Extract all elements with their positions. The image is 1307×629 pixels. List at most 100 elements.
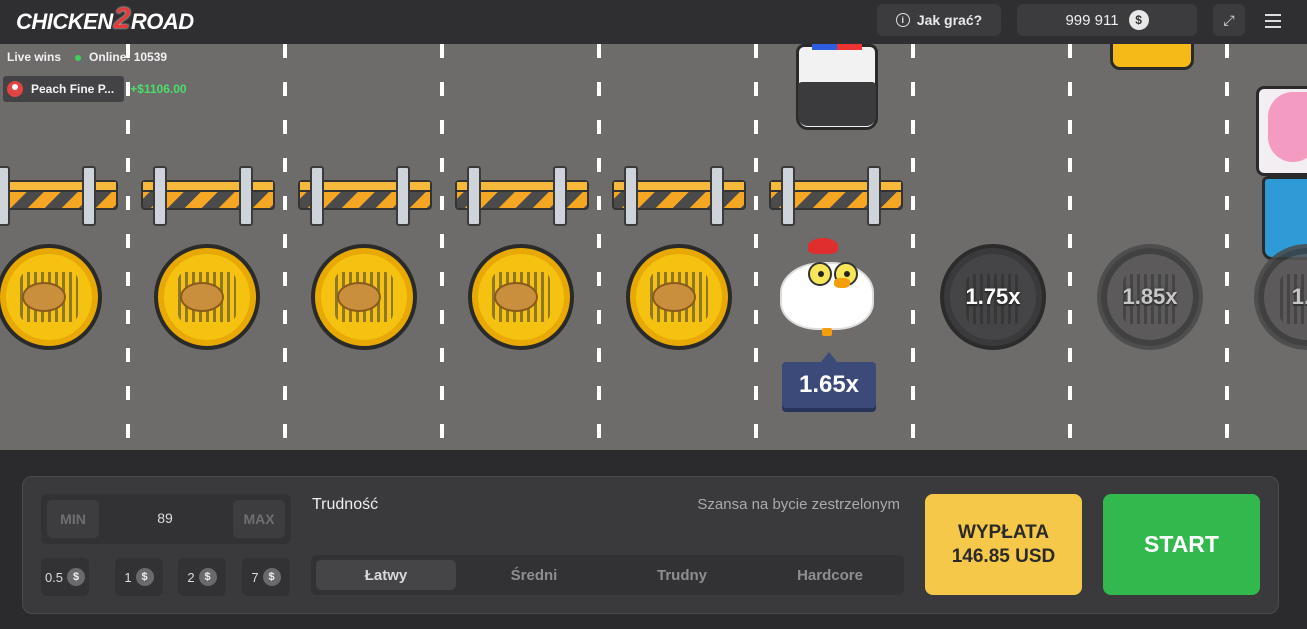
menu-icon-line bbox=[1265, 14, 1281, 16]
start-label: START bbox=[1144, 531, 1219, 557]
dollar-coin-icon: $ bbox=[67, 568, 86, 586]
chance-label: Szansa na bycie zestrzelonym bbox=[697, 496, 900, 513]
logo-number: 2 bbox=[113, 2, 131, 35]
roast-chicken-icon bbox=[652, 282, 696, 312]
chip-value: 2 bbox=[187, 569, 195, 585]
lane-divider bbox=[1225, 44, 1229, 450]
difficulty-tab-hard[interactable]: Trudny bbox=[612, 560, 752, 590]
police-lights-icon bbox=[812, 44, 862, 50]
hamburger-menu-button[interactable] bbox=[1258, 8, 1288, 34]
completed-tile bbox=[468, 244, 574, 350]
lane-divider bbox=[283, 44, 287, 450]
barrier-post bbox=[781, 166, 795, 226]
difficulty-tab-easy[interactable]: Łatwy bbox=[316, 560, 456, 590]
barrier-post bbox=[396, 166, 410, 226]
online-dot-icon bbox=[75, 55, 82, 61]
barrier-bar bbox=[0, 180, 118, 210]
barrier-post bbox=[0, 166, 10, 226]
tile-multiplier: 1.9 bbox=[1291, 284, 1307, 309]
cashout-amount: 146.85 USD bbox=[951, 545, 1056, 567]
dollar-coin-icon: $ bbox=[1128, 10, 1149, 30]
live-win-row: Peach Fine P... +$1106.00 bbox=[3, 76, 187, 102]
game-logo: CHICKEN 2 ROAD bbox=[16, 2, 194, 38]
barrier-post bbox=[82, 166, 96, 226]
logo-text-right: ROAD bbox=[130, 9, 194, 34]
fullscreen-icon: ⤢ bbox=[1223, 11, 1235, 28]
balance-display: 999 911 $ bbox=[1017, 4, 1197, 36]
roast-chicken-icon bbox=[22, 282, 66, 312]
quick-bet-chip[interactable]: 7 $ bbox=[242, 558, 290, 596]
win-user: Peach Fine P... bbox=[3, 76, 125, 102]
balance-value: 999 911 bbox=[1065, 11, 1119, 29]
menu-icon-line bbox=[1265, 20, 1281, 22]
live-wins-header: Live wins Online: 10539 bbox=[7, 50, 167, 64]
roast-chicken-icon bbox=[180, 282, 224, 312]
chicken-comb bbox=[808, 238, 838, 254]
start-button[interactable]: START bbox=[1103, 494, 1260, 595]
barrier-post bbox=[153, 166, 167, 226]
fullscreen-button[interactable]: ⤢ bbox=[1213, 4, 1245, 36]
police-car bbox=[792, 44, 882, 132]
barrier-post bbox=[867, 166, 881, 226]
road-barrier bbox=[298, 166, 432, 226]
difficulty-label: Trudność bbox=[312, 496, 379, 513]
completed-tile bbox=[0, 244, 102, 350]
lane-divider bbox=[1068, 44, 1072, 450]
chicken-beak bbox=[834, 278, 850, 288]
cashout-label: WYPŁATA bbox=[957, 521, 1050, 543]
difficulty-tab-medium[interactable]: Średni bbox=[464, 560, 604, 590]
tile-multiplier: 1.75x bbox=[965, 284, 1021, 309]
chip-value: 1 bbox=[124, 569, 132, 585]
tile-multiplier: 1.85x bbox=[1122, 284, 1178, 309]
taxi-car bbox=[1110, 44, 1194, 70]
barrier-post bbox=[553, 166, 567, 226]
road-barrier bbox=[769, 166, 903, 226]
current-multiplier-badge: 1.65x bbox=[782, 352, 876, 408]
online-count-text: Online: 10539 bbox=[89, 50, 168, 64]
chicken-character bbox=[778, 238, 878, 336]
barrier-post bbox=[710, 166, 724, 226]
completed-tile bbox=[626, 244, 732, 350]
roast-chicken-icon bbox=[494, 282, 538, 312]
police-car-hood bbox=[798, 82, 876, 126]
how-to-play-button[interactable]: i Jak grać? bbox=[877, 4, 1001, 36]
lane-divider bbox=[126, 44, 130, 450]
cashout-button[interactable]: WYPŁATA 146.85 USD bbox=[925, 494, 1082, 595]
chicken-legs bbox=[822, 328, 832, 336]
user-avatar-icon bbox=[7, 81, 23, 97]
barrier-post bbox=[310, 166, 324, 226]
completed-tile bbox=[154, 244, 260, 350]
menu-icon-line bbox=[1265, 26, 1281, 28]
road-barrier bbox=[141, 166, 275, 226]
barrier-post bbox=[624, 166, 638, 226]
online-count: Online: 10539 bbox=[75, 50, 167, 64]
quick-bet-chip[interactable]: 0.5 $ bbox=[41, 558, 89, 596]
chicken-eye bbox=[808, 262, 832, 286]
info-icon: i bbox=[895, 13, 910, 27]
difficulty-tab-hardcore[interactable]: Hardcore bbox=[760, 560, 900, 590]
top-bar: CHICKEN 2 ROAD i Jak grać? 999 911 $ ⤢ bbox=[0, 0, 1307, 44]
bet-amount-input[interactable]: 89 bbox=[120, 510, 210, 526]
lane-divider bbox=[754, 44, 758, 450]
next-step-tile[interactable]: 1.75x bbox=[940, 244, 1046, 350]
road-barrier bbox=[455, 166, 589, 226]
lane-divider bbox=[440, 44, 444, 450]
quick-bet-chip[interactable]: 1 $ bbox=[115, 558, 163, 596]
how-to-play-label: Jak grać? bbox=[916, 12, 983, 28]
lane-divider bbox=[597, 44, 601, 450]
win-username: Peach Fine P... bbox=[31, 82, 115, 96]
future-step-tile: 1.85x bbox=[1097, 244, 1203, 350]
quick-bet-chip[interactable]: 2 $ bbox=[178, 558, 226, 596]
roast-chicken-icon bbox=[337, 282, 381, 312]
chip-value: 0.5 bbox=[44, 569, 64, 585]
bet-max-button[interactable]: MAX bbox=[233, 500, 285, 538]
win-amount: +$1106.00 bbox=[130, 82, 187, 96]
completed-tile bbox=[311, 244, 417, 350]
dollar-coin-icon: $ bbox=[198, 568, 217, 586]
dollar-coin-icon: $ bbox=[135, 568, 154, 586]
lane-divider bbox=[911, 44, 915, 450]
bet-min-button[interactable]: MIN bbox=[47, 500, 99, 538]
live-wins-label: Live wins bbox=[7, 50, 62, 64]
barrier-post bbox=[239, 166, 253, 226]
ice-cream-truck bbox=[1256, 86, 1307, 262]
